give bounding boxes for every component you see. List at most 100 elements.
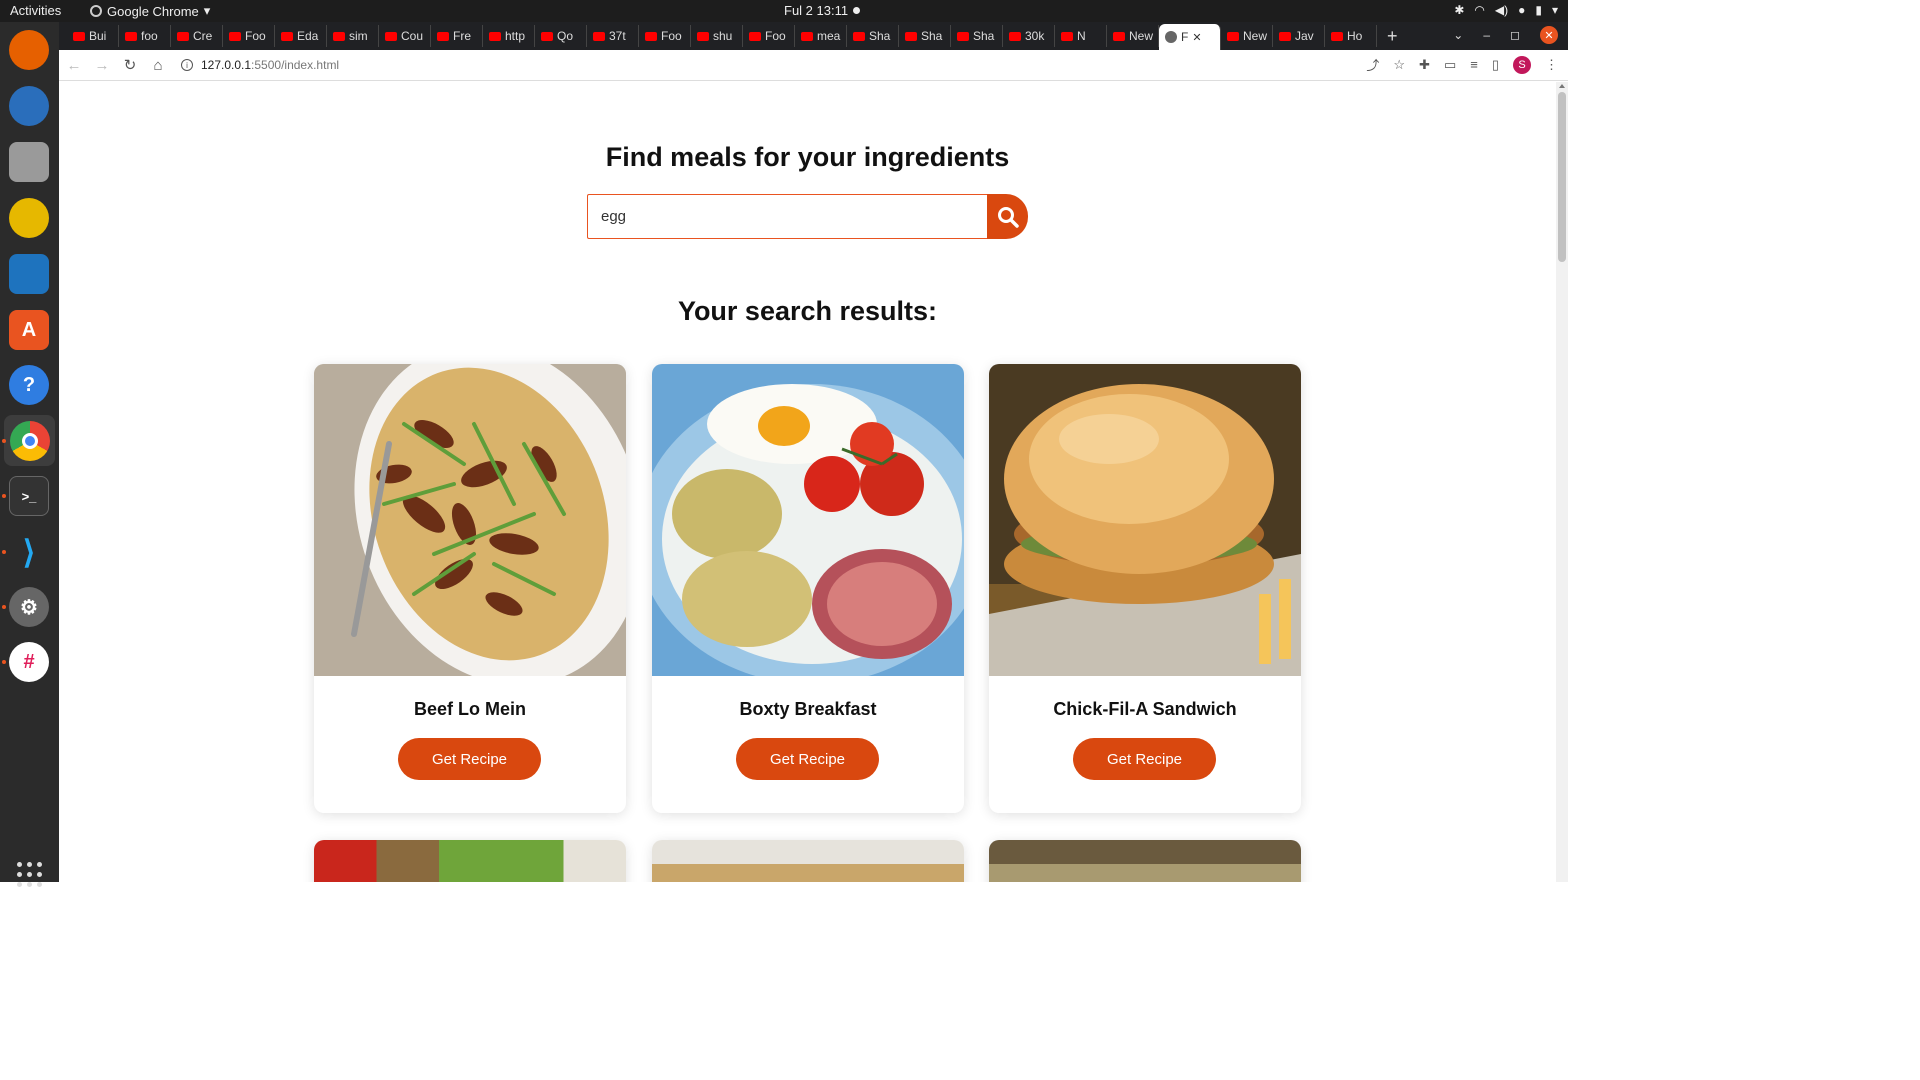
tab-label: 30k [1025, 29, 1045, 43]
back-button[interactable]: ← [61, 52, 87, 78]
bookmark-star-icon[interactable]: ☆ [1393, 57, 1405, 73]
browser-tab[interactable]: Fre [431, 25, 483, 47]
settings-icon[interactable]: ⚙ [9, 587, 49, 627]
page-title: Find meals for your ingredients [605, 142, 1010, 172]
search-form [587, 194, 1028, 239]
tab-label: Jav [1295, 29, 1314, 43]
browser-tab[interactable]: mea [795, 25, 847, 47]
rhythmbox-icon[interactable] [9, 198, 49, 238]
url-host: 127.0.0.1 [201, 58, 252, 72]
get-recipe-button[interactable]: Get Recipe [398, 738, 541, 780]
chrome-dock-item[interactable] [4, 415, 55, 466]
browser-tab[interactable]: Qo [535, 25, 587, 47]
more-menu-icon[interactable]: ⋮ [1545, 57, 1558, 73]
page-scrollbar[interactable] [1556, 82, 1568, 882]
browser-tab[interactable]: Cou [379, 25, 431, 47]
profile-avatar[interactable]: S [1513, 55, 1531, 74]
address-bar[interactable]: i 127.0.0.1:5500/index.html [181, 58, 339, 72]
browser-tab[interactable]: New [1221, 25, 1273, 47]
browser-tab[interactable]: Bui [67, 25, 119, 47]
browser-tab[interactable]: Eda [275, 25, 327, 47]
restore-button[interactable]: ◻ [1510, 28, 1520, 42]
software-icon[interactable]: A [9, 310, 49, 350]
volume-icon: ◀) [1494, 3, 1509, 17]
tab-label: Sha [921, 29, 943, 43]
browser-tab[interactable]: New [1107, 25, 1159, 47]
minimize-button[interactable]: – [1483, 28, 1490, 42]
terminal-icon[interactable]: >_ [9, 476, 49, 516]
browser-tab[interactable]: F ✕ [1159, 24, 1221, 50]
tab-label: Cre [193, 29, 213, 43]
scrollbar-thumb[interactable] [1558, 92, 1566, 262]
side-panel-icon[interactable]: ▯ [1492, 57, 1499, 73]
browser-tab[interactable]: Sha [899, 25, 951, 47]
system-top-bar: Activities Google Chrome ▾ Ful 2 13:11 ✱… [0, 0, 1568, 22]
meal-card-partial [989, 840, 1301, 882]
browser-tab[interactable]: N [1055, 25, 1107, 47]
tab-label: Qo [557, 29, 574, 43]
get-recipe-button[interactable]: Get Recipe [736, 738, 879, 780]
system-menu-chevron-icon: ▾ [1551, 3, 1558, 17]
search-button[interactable] [987, 194, 1028, 239]
tab-favicon-icon [853, 31, 865, 41]
help-icon[interactable]: ? [9, 365, 49, 405]
app-menu[interactable]: Google Chrome ▾ [90, 3, 210, 19]
tab-favicon-icon [333, 31, 345, 41]
tab-search-icon[interactable]: ⌄ [1453, 28, 1463, 42]
scroll-up-arrow-icon[interactable] [1559, 84, 1565, 88]
files-icon[interactable] [9, 142, 49, 182]
browser-tab[interactable]: Sha [847, 25, 899, 47]
browser-tab[interactable]: shu [691, 25, 743, 47]
tab-favicon-icon [281, 31, 293, 41]
browser-tab[interactable]: foo [119, 25, 171, 47]
browser-tab[interactable]: Foo [743, 25, 795, 47]
tab-label: foo [141, 29, 158, 43]
home-button[interactable]: ⌂ [145, 52, 171, 78]
tab-favicon-icon [1165, 31, 1177, 43]
forward-button[interactable]: → [89, 52, 115, 78]
meal-image [314, 840, 626, 882]
close-window-button[interactable]: ✕ [1540, 26, 1558, 44]
share-icon[interactable]: ⤴ [1366, 55, 1379, 74]
browser-tab[interactable]: sim [327, 25, 379, 47]
slack-tray-icon[interactable]: ✱ [1454, 3, 1464, 17]
tab-label: F [1181, 30, 1189, 44]
firefox-icon[interactable] [9, 30, 49, 70]
tab-close-icon[interactable]: ✕ [1192, 31, 1201, 44]
chevron-down-icon: ▾ [203, 3, 211, 18]
get-recipe-button[interactable]: Get Recipe [1073, 738, 1216, 780]
extensions-icon[interactable]: ✚ [1419, 57, 1430, 73]
tab-label: 37t [609, 29, 626, 43]
browser-tab[interactable]: Foo [223, 25, 275, 47]
browser-tab[interactable]: 30k [1003, 25, 1055, 47]
slack-icon[interactable]: # [9, 642, 49, 682]
browser-tab[interactable]: http [483, 25, 535, 47]
running-indicator [2, 660, 6, 664]
system-tray[interactable]: ✱ ◠ ◀) ● ▮ ▾ [1454, 3, 1558, 17]
show-applications-icon[interactable] [17, 862, 43, 888]
activities-button[interactable]: Activities [10, 3, 61, 18]
tab-label: Foo [765, 29, 786, 43]
tab-favicon-icon [489, 31, 501, 41]
tab-favicon-icon [1279, 31, 1291, 41]
browser-tab[interactable]: Jav [1273, 25, 1325, 47]
tab-label: Fre [453, 29, 471, 43]
clock[interactable]: Ful 2 13:11 [784, 3, 848, 18]
meal-image-chick-fil-a-sandwich [989, 364, 1301, 676]
reload-button[interactable]: ↻ [117, 52, 143, 78]
writer-icon[interactable] [9, 254, 49, 294]
thunderbird-icon[interactable] [9, 86, 49, 126]
site-info-icon[interactable]: i [181, 59, 193, 71]
ingredient-search-input[interactable] [587, 194, 987, 239]
tab-label: sim [349, 29, 368, 43]
tab-favicon-icon [1331, 31, 1343, 41]
browser-tab[interactable]: 37t [587, 25, 639, 47]
reading-list-icon[interactable]: ≡ [1470, 57, 1478, 72]
browser-tab[interactable]: Cre [171, 25, 223, 47]
browser-tab[interactable]: Foo [639, 25, 691, 47]
vscode-icon[interactable]: ⟩ [9, 532, 49, 572]
browser-tab[interactable]: Sha [951, 25, 1003, 47]
browser-tab[interactable]: Ho [1325, 25, 1377, 47]
new-tab-button[interactable]: + [1387, 26, 1398, 47]
cast-icon[interactable]: ▭ [1444, 57, 1456, 73]
